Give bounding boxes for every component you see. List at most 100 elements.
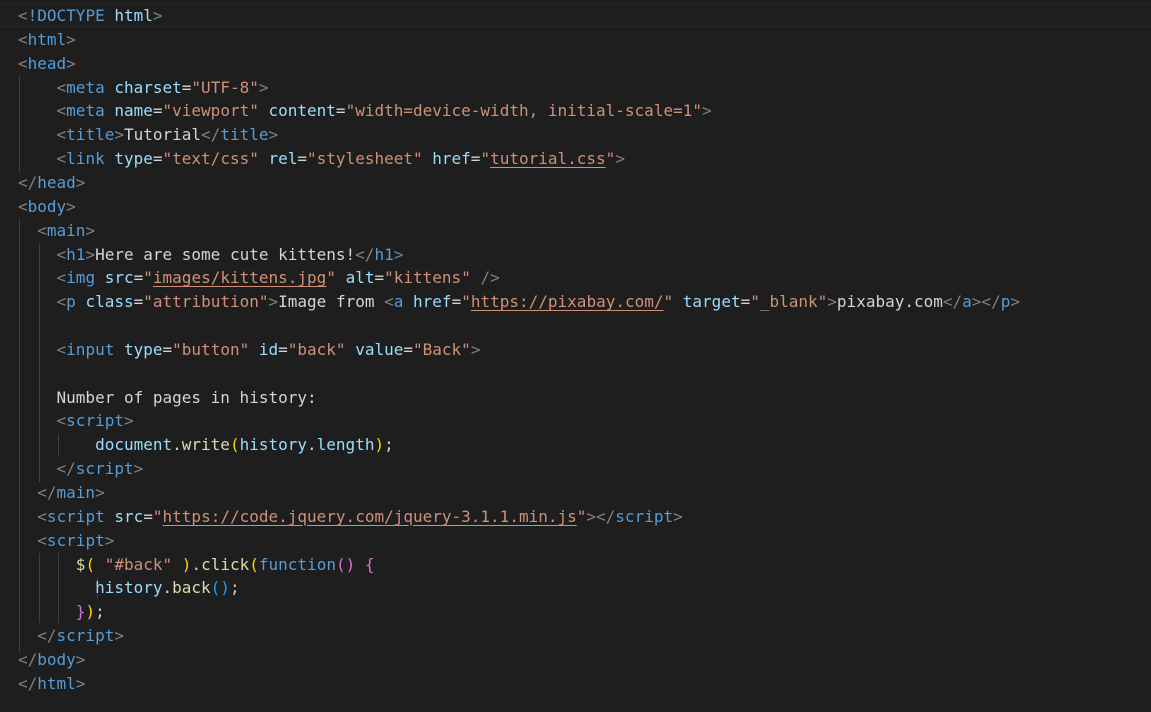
code-line: $( "#back" ).click(function() { — [18, 553, 375, 577]
code-token: . — [162, 578, 173, 598]
code-token: > — [75, 172, 86, 192]
code-token: () — [335, 554, 356, 574]
code-line: <link type="text/css" rel="stylesheet" h… — [18, 147, 625, 171]
code-token: "kittens" — [384, 268, 471, 288]
code-token: href — [413, 292, 452, 312]
code-token: ></ — [971, 292, 1001, 312]
code-token: script — [75, 459, 134, 479]
code-token: </ — [355, 244, 375, 264]
code-token: = — [162, 339, 173, 359]
code-line: <main> — [18, 219, 95, 243]
code-token: "#back" — [104, 554, 173, 574]
code-line: <html> — [18, 28, 76, 52]
code-token: </ — [18, 649, 38, 669]
code-token: > — [258, 77, 269, 97]
code-token: "attribution" — [143, 292, 269, 312]
code-token: h1 — [66, 244, 86, 264]
code-token: back — [172, 578, 211, 598]
code-token: charset — [114, 77, 182, 97]
code-line: <!DOCTYPE html> — [18, 4, 163, 28]
code-token: input — [66, 339, 115, 359]
code-token: > — [85, 220, 96, 240]
code-token: > — [673, 506, 683, 526]
code-token: href — [432, 149, 471, 169]
code-token: > — [114, 626, 124, 646]
code-token: img — [66, 268, 96, 288]
code-token: " — [326, 268, 336, 288]
code-line: </main> — [18, 481, 104, 505]
code-token: > — [152, 6, 163, 25]
code-token: h1 — [374, 244, 394, 264]
code-token: $ — [75, 554, 86, 574]
code-token: ) — [85, 602, 96, 622]
code-token: content — [268, 101, 336, 121]
code-token: = — [133, 268, 144, 288]
code-token: p — [1000, 292, 1011, 312]
code-token: = — [152, 101, 163, 121]
code-line: <meta charset="UTF-8"> — [18, 76, 269, 100]
code-line: <head> — [18, 52, 76, 76]
code-token: = — [335, 101, 346, 121]
code-token: ></ — [586, 506, 616, 526]
code-token: a — [962, 292, 972, 312]
code-token: > — [66, 29, 76, 49]
code-token: name — [114, 101, 153, 121]
code-token: = — [133, 292, 144, 312]
code-token: </ — [56, 459, 76, 479]
code-line: document.write(history.length); — [18, 433, 394, 457]
code-line: </script> — [18, 624, 124, 648]
code-token: = — [451, 292, 462, 312]
code-token: < — [56, 125, 67, 145]
code-token: html — [114, 6, 153, 25]
code-token: } — [75, 602, 86, 622]
code-token: ) — [181, 554, 192, 574]
code-token: < — [56, 268, 67, 288]
code-token: > — [393, 244, 404, 264]
code-line: <script> — [18, 529, 114, 553]
code-token: images/kittens.jpg — [152, 268, 327, 288]
code-token: https://pixabay.com/ — [470, 292, 664, 312]
code-line: </head> — [18, 171, 85, 195]
code-token: head — [37, 172, 76, 192]
code-token: !DOCTYPE — [27, 6, 105, 25]
code-line: <p class="attribution">Image from <a hre… — [18, 290, 1020, 314]
code-token: < — [18, 53, 28, 73]
code-editor[interactable]: <!DOCTYPE html> <html> <head> <meta charse… — [0, 0, 1151, 712]
code-token: "width=device-width, initial-scale=1" — [345, 101, 702, 121]
code-token: src — [104, 268, 134, 288]
code-token: () — [210, 578, 230, 598]
code-token: > — [827, 292, 837, 312]
code-token: " — [576, 506, 587, 526]
code-token: </ — [18, 172, 38, 192]
code-token: script — [46, 506, 105, 526]
code-token: p — [66, 292, 76, 312]
code-line: <title>Tutorial</title> — [18, 123, 279, 147]
code-token: </ — [201, 125, 221, 145]
code-token: body — [27, 196, 67, 216]
code-token: alt — [345, 268, 375, 288]
code-token: ; — [229, 578, 240, 598]
code-token: = — [403, 339, 414, 359]
code-token: > — [66, 53, 76, 73]
code-token: "button" — [172, 339, 250, 359]
code-token: Number of pages in history: — [56, 387, 317, 407]
code-token: src — [114, 506, 144, 526]
